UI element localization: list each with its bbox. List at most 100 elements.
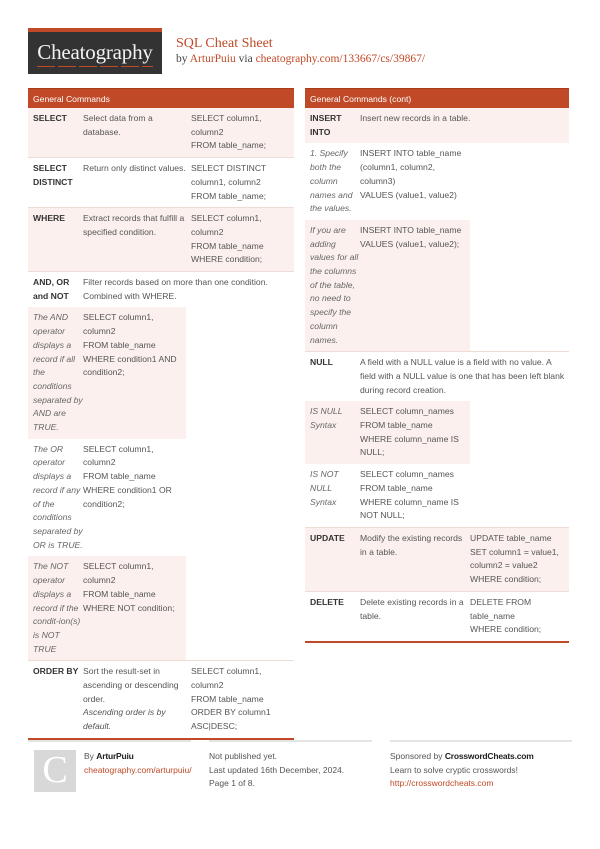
description-text: Return only distinct values. xyxy=(83,163,186,174)
code-line: VALUES (value1, value2) xyxy=(360,189,457,200)
row-code: SELECT column_names FROM table_name WHERE … xyxy=(360,401,470,464)
row-term: ORDER BY xyxy=(33,666,79,677)
table-row: DELETE Delete existing records in a table… xyxy=(305,590,569,641)
code-line: FROM table_name xyxy=(191,693,264,704)
code-line: SELECT column1, xyxy=(191,113,262,123)
sponsor-link[interactable]: http://crosswordcheats.com xyxy=(390,777,572,791)
code-line: WHERE condition; xyxy=(470,574,542,585)
footer-author: C By ArturPuiu cheatography.com/arturpui… xyxy=(28,740,192,792)
description-text: A field with a NULL value is a field wit… xyxy=(360,357,565,395)
row-term: AND, OR and NOT xyxy=(33,277,70,301)
table-row: If you are adding values for all the col… xyxy=(305,219,569,352)
code-line: UPDATE table_name xyxy=(470,532,552,543)
code-line: WHERE condition1 AND xyxy=(83,353,177,364)
code-line: NOT NULL; xyxy=(360,510,405,521)
table-row: ORDER BY Sort the result-set in ascending… xyxy=(28,660,294,738)
code-line: column2 xyxy=(191,226,224,237)
row-code: UPDATE table_name SET column1 = value1, co… xyxy=(470,528,569,591)
sponsor-name: CrosswordCheats.com xyxy=(444,751,534,761)
code-line: INSERT INTO table_name xyxy=(360,148,462,159)
row-note: The NOT operator displays a record if th… xyxy=(33,561,81,654)
section-body: SELECT Select data from a database. SELECT… xyxy=(28,108,294,740)
code-line: column3) xyxy=(360,175,396,186)
code-line: DELETE FROM xyxy=(470,596,532,607)
note-block: If you are adding values for all the col… xyxy=(305,219,470,352)
code-line: ASC|DESC; xyxy=(191,721,238,732)
code-line: WHERE column_name IS xyxy=(360,496,459,507)
code-line: SET column1 = value1, xyxy=(470,546,559,557)
code-line: FROM table_name xyxy=(83,339,156,350)
cheatography-logo[interactable]: Cheatography xyxy=(28,28,162,74)
footer-author-link[interactable]: cheatography.com/arturpuiu/ xyxy=(84,764,192,778)
description-text: Filter records based on more than one co… xyxy=(83,277,268,301)
description-text: Insert new records in a table. xyxy=(360,113,471,123)
code-line: FROM table_name xyxy=(191,240,264,251)
row-code: SELECT column1, column2 FROM table_name WHE… xyxy=(83,439,186,557)
row-code: SELECT column1, column2 FROM table_name WHE… xyxy=(83,556,186,660)
table-row: The OR operator displays a record if any… xyxy=(28,439,294,557)
row-code: SELECT column1, column2 FROM table_name; xyxy=(191,108,294,157)
code-line: WHERE NOT condition; xyxy=(83,602,175,613)
row-description: Modify the existing records in a table. xyxy=(360,528,470,591)
code-line: column2 xyxy=(83,326,116,337)
description-text: Select data from a database. xyxy=(83,113,153,137)
row-code: SELECT column_names FROM table_name WHERE … xyxy=(360,464,470,527)
code-line: NULL; xyxy=(360,447,385,458)
description-text: Modify the existing records in a table. xyxy=(360,532,463,557)
code-line: SELECT column1, xyxy=(191,666,262,677)
table-row: UPDATE Modify the existing records in a t… xyxy=(305,526,569,591)
section-general-commands: General Commands SELECT Select data from … xyxy=(28,88,294,740)
page-number: Page 1 of 8. xyxy=(209,778,255,788)
code-line: FROM table_name xyxy=(83,471,156,482)
row-term: INSERT INTO xyxy=(310,113,342,137)
sponsor-tagline: Learn to solve cryptic crosswords! xyxy=(390,764,519,775)
note-block: 1. Specify both the column names and the… xyxy=(305,143,470,220)
table-row: SELECT Select data from a database. SELECT… xyxy=(28,108,294,158)
code-line: WHERE condition1 OR xyxy=(83,484,172,495)
row-term: NULL xyxy=(310,357,333,368)
code-line: ORDER BY column1 xyxy=(191,707,271,718)
code-line: column2 xyxy=(191,126,224,137)
row-description: Delete existing records in a table. xyxy=(360,592,470,641)
code-line: condition2; xyxy=(83,498,125,509)
table-row: AND, OR and NOT Filter records based on m… xyxy=(28,271,294,307)
table-row: INSERT INTO Insert new records in a table… xyxy=(305,108,569,144)
author-avatar: C xyxy=(34,750,76,792)
table-row: 1. Specify both the column names and the… xyxy=(305,143,569,220)
author-link[interactable]: ArturPuiu xyxy=(190,53,236,65)
description-text: Sort the result-set in ascending or desc… xyxy=(83,666,179,704)
row-code: SELECT column1, column2 FROM table_name WHE… xyxy=(191,208,294,271)
sheet-url-link[interactable]: cheatography.com/133667/cs/39867/ xyxy=(256,53,425,65)
row-description: Select data from a database. xyxy=(83,108,191,157)
code-line: WHERE column_name IS xyxy=(360,433,459,444)
code-line: condition2; xyxy=(83,367,125,378)
row-code: INSERT INTO table_name VALUES (value1, va… xyxy=(360,220,470,351)
row-description: Insert new records in a table. xyxy=(360,108,474,143)
section-title: General Commands (cont) xyxy=(305,88,569,108)
code-line: FROM table_name; xyxy=(191,140,266,151)
sponsor-prefix: Sponsored by xyxy=(390,751,445,761)
code-line: INSERT INTO table_name xyxy=(360,224,462,235)
row-term: SELECT DISTINCT xyxy=(33,163,73,187)
row-description: Filter records based on more than one co… xyxy=(83,272,294,307)
footer-sponsor: Sponsored by CrosswordCheats.com Learn t… xyxy=(390,740,572,791)
row-note: IS NOT NULL Syntax xyxy=(310,469,339,507)
row-code: SELECT DISTINCT column1, column2 FROM tabl… xyxy=(191,158,294,207)
code-line: column2 xyxy=(191,680,224,691)
logo-text: Cheatography xyxy=(37,39,153,64)
code-line: FROM table_name xyxy=(83,588,156,599)
via-text: via xyxy=(235,53,256,65)
note-block: The OR operator displays a record if any… xyxy=(28,439,186,557)
row-description: Sort the result-set in ascending or desc… xyxy=(83,661,191,738)
code-line: (column1, column2, xyxy=(360,162,435,173)
section-general-commands-cont: General Commands (cont) INSERT INTO Inser… xyxy=(305,88,569,643)
table-row: The AND operator displays a record if al… xyxy=(28,307,294,439)
by-prefix: By xyxy=(84,751,97,761)
row-code: SELECT column1, column2 FROM table_name ORD… xyxy=(191,661,294,738)
sheet-title: SQL Cheat Sheet xyxy=(176,36,273,51)
section-title: General Commands xyxy=(28,88,294,108)
code-line: column2 = value2 xyxy=(470,560,538,571)
code-line: SELECT column1, xyxy=(83,561,154,572)
note-block: IS NOT NULL Syntax SELECT column_names FRO… xyxy=(305,464,470,527)
code-line: FROM table_name xyxy=(360,482,433,493)
